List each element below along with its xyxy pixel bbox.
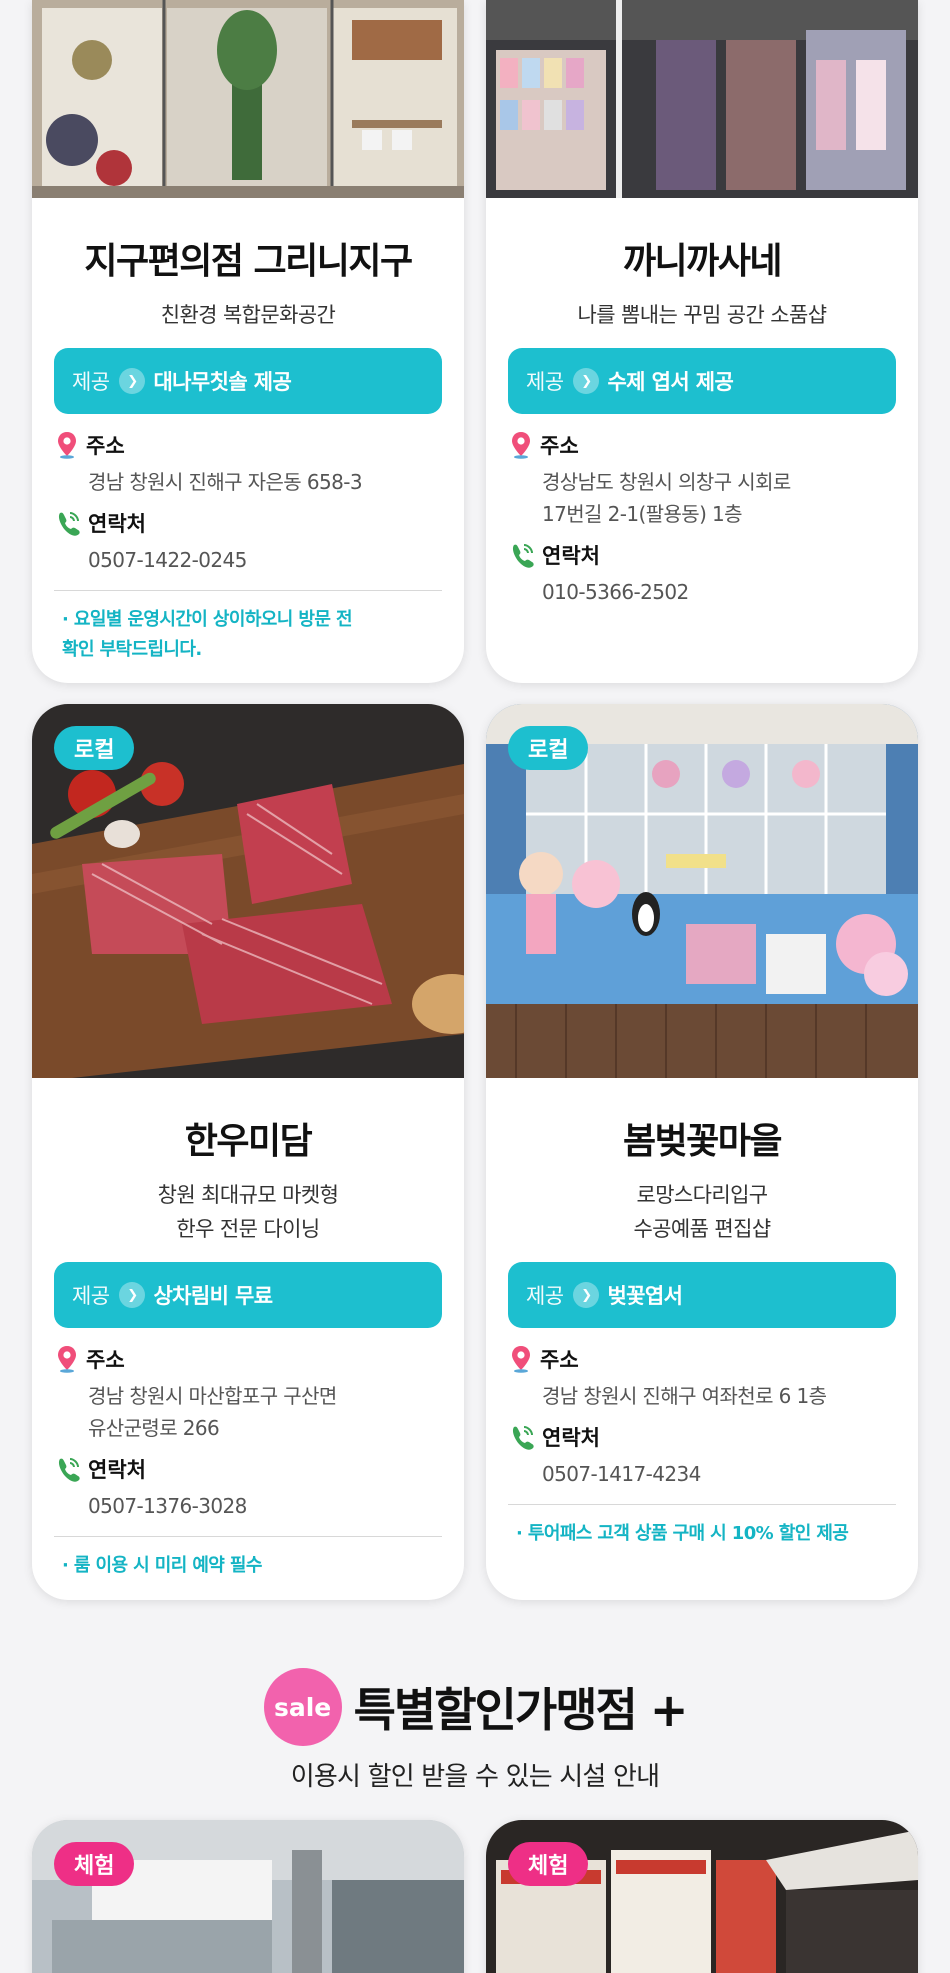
address-value: 경상남도 창원시 의창구 시회로 17번길 2-1(팔용동) 1층 xyxy=(542,470,791,526)
section-header: sale 특별할인가맹점 + xyxy=(0,1668,950,1746)
contact-value[interactable]: 0507-1376-3028 xyxy=(88,1490,442,1522)
offer-label: 제공 xyxy=(526,370,564,394)
store-card-greenearth[interactable]: 지구편의점 그리니지구 친환경 복합문화공간 제공 ❯ 대나무칫솔 제공 주소 … xyxy=(32,0,464,683)
offer-banner: 제공 ❯ 대나무칫솔 제공 xyxy=(54,348,442,414)
address-label: 주소 xyxy=(86,434,125,458)
notice-text: · 투어패스 고객 상품 구매 시 10% 할인 제공 xyxy=(516,1523,849,1544)
offer-label: 제공 xyxy=(526,1284,564,1308)
tag-badge: 로컬 xyxy=(508,726,589,770)
sale-badge: sale xyxy=(263,1668,342,1746)
chevron-right-icon: ❯ xyxy=(119,1282,146,1308)
offer-banner: 제공 ❯ 벚꽃엽서 xyxy=(508,1262,896,1328)
store-card-bombeotkkot[interactable]: 로컬 봄벚꽃마을 로망스다리입구 수공예품 편집샵 제공 ❯ 벚꽃엽서 주소 경… xyxy=(486,704,918,1600)
store-photo: 로컬 xyxy=(32,704,464,1078)
contact-row: 연락처 0507-1376-3028 xyxy=(54,1454,442,1522)
tag-badge: 로컬 xyxy=(54,726,135,770)
contact-label: 연락처 xyxy=(542,544,600,568)
store-photo: 체험 xyxy=(486,1820,918,1973)
contact-label: 연락처 xyxy=(88,512,146,536)
address-row: 주소 경상남도 창원시 의창구 시회로 17번길 2-1(팔용동) 1층 xyxy=(508,430,896,530)
store-photo: 로컬 xyxy=(486,704,918,1078)
divider xyxy=(54,590,442,591)
tag-badge: 체험 xyxy=(508,1842,589,1886)
discount-card-1[interactable]: 체험 xyxy=(32,1820,464,1973)
contact-row: 연락처 010-5366-2502 xyxy=(508,540,896,608)
store-card-kkanikkasane[interactable]: 까니까사네 나를 뽐내는 꾸밈 공간 소품샵 제공 ❯ 수제 엽서 제공 주소 … xyxy=(486,0,918,683)
address-row: 주소 경남 창원시 진해구 자은동 658-3 xyxy=(54,430,442,498)
offer-value: 상차림비 무료 xyxy=(153,1284,273,1308)
contact-row: 연락처 0507-1417-4234 xyxy=(508,1422,896,1490)
store-name: 까니까사네 xyxy=(622,241,783,282)
contact-label: 연락처 xyxy=(542,1426,600,1450)
location-pin-icon xyxy=(58,432,76,459)
store-description: 로망스다리입구 수공예품 편집샵 xyxy=(633,1183,771,1241)
address-label: 주소 xyxy=(86,1348,125,1372)
offer-value: 대나무칫솔 제공 xyxy=(153,370,292,394)
store-description: 나를 뽐내는 꾸밈 공간 소품샵 xyxy=(577,303,828,327)
tag-badge: 체험 xyxy=(54,1842,135,1886)
offer-label: 제공 xyxy=(72,1284,110,1308)
store-card-hanwoomidam[interactable]: 로컬 한우미담 창원 최대규모 마켓형 한우 전문 다이닝 제공 ❯ 상차림비 … xyxy=(32,704,464,1600)
store-photo xyxy=(32,0,464,198)
offer-label: 제공 xyxy=(72,370,110,394)
discount-card-2[interactable]: 체험 xyxy=(486,1820,918,1973)
phone-icon xyxy=(512,1426,534,1450)
location-pin-icon xyxy=(512,432,530,459)
divider xyxy=(508,1504,896,1505)
chevron-right-icon: ❯ xyxy=(119,368,146,394)
address-label: 주소 xyxy=(540,434,579,458)
offer-value: 벚꽃엽서 xyxy=(607,1284,683,1308)
location-pin-icon xyxy=(512,1346,530,1373)
offer-banner: 제공 ❯ 상차림비 무료 xyxy=(54,1262,442,1328)
contact-value[interactable]: 0507-1417-4234 xyxy=(542,1458,896,1490)
store-photo: 체험 xyxy=(32,1820,464,1973)
contact-value[interactable]: 0507-1422-0245 xyxy=(88,544,442,576)
contact-label: 연락처 xyxy=(88,1458,146,1482)
contact-value[interactable]: 010-5366-2502 xyxy=(542,576,896,608)
offer-value: 수제 엽서 제공 xyxy=(607,370,734,394)
address-row: 주소 경남 창원시 마산합포구 구산면 유산군령로 266 xyxy=(54,1344,442,1444)
chevron-right-icon: ❯ xyxy=(573,368,600,394)
store-name: 지구편의점 그리니지구 xyxy=(84,241,413,282)
notice-text: · 룸 이용 시 미리 예약 필수 xyxy=(62,1555,262,1576)
address-label: 주소 xyxy=(540,1348,579,1372)
phone-icon xyxy=(58,1458,80,1482)
address-value: 경남 창원시 진해구 자은동 658-3 xyxy=(88,470,363,494)
address-value: 경남 창원시 진해구 여좌천로 6 1층 xyxy=(542,1384,827,1408)
contact-row: 연락처 0507-1422-0245 xyxy=(54,508,442,576)
phone-icon xyxy=(58,512,80,536)
section-title: 특별할인가맹점 + xyxy=(353,1683,689,1737)
store-description: 친환경 복합문화공간 xyxy=(160,303,336,327)
store-description: 창원 최대규모 마켓형 한우 전문 다이닝 xyxy=(157,1183,339,1241)
address-row: 주소 경남 창원시 진해구 여좌천로 6 1층 xyxy=(508,1344,896,1412)
phone-icon xyxy=(512,544,534,568)
store-name: 한우미담 xyxy=(184,1121,313,1162)
notice-text: · 요일별 운영시간이 상이하오니 방문 전 확인 부탁드립니다. xyxy=(62,609,353,660)
chevron-right-icon: ❯ xyxy=(573,1282,600,1308)
store-photo xyxy=(486,0,918,198)
store-name: 봄벚꽃마을 xyxy=(622,1121,783,1162)
divider xyxy=(54,1536,442,1537)
offer-banner: 제공 ❯ 수제 엽서 제공 xyxy=(508,348,896,414)
address-value: 경남 창원시 마산합포구 구산면 유산군령로 266 xyxy=(88,1384,337,1440)
location-pin-icon xyxy=(58,1346,76,1373)
section-subtitle: 이용시 할인 받을 수 있는 시설 안내 xyxy=(290,1762,660,1792)
